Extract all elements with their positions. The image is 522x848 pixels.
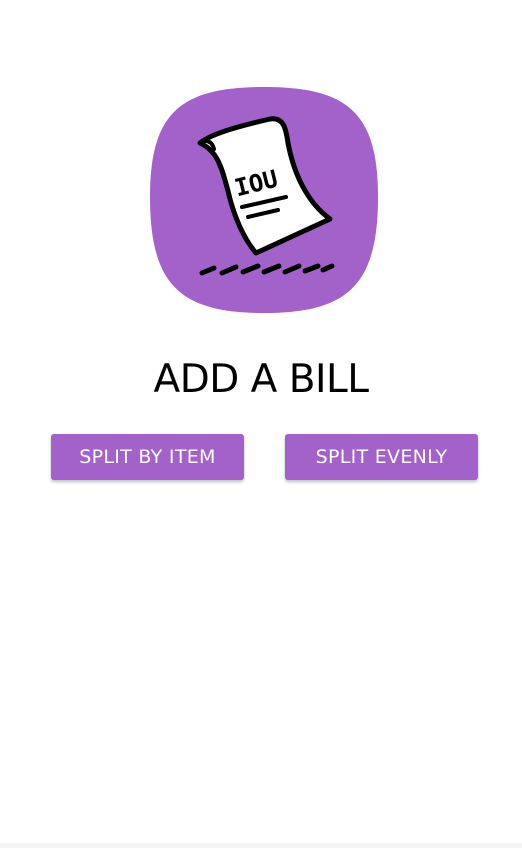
split-by-item-button[interactable]: SPLIT BY ITEM [51, 434, 244, 480]
iou-receipt-icon: IOU [148, 85, 380, 315]
page-title: ADD A BILL [153, 357, 369, 402]
split-evenly-label: SPLIT EVENLY [315, 446, 448, 468]
split-by-item-label: SPLIT BY ITEM [79, 446, 216, 468]
split-evenly-button[interactable]: SPLIT EVENLY [285, 434, 478, 480]
bottom-divider [0, 843, 522, 848]
add-bill-screen: IOU ADD A BILL SPLIT BY ITEM SPLIT EVENL… [0, 0, 522, 848]
